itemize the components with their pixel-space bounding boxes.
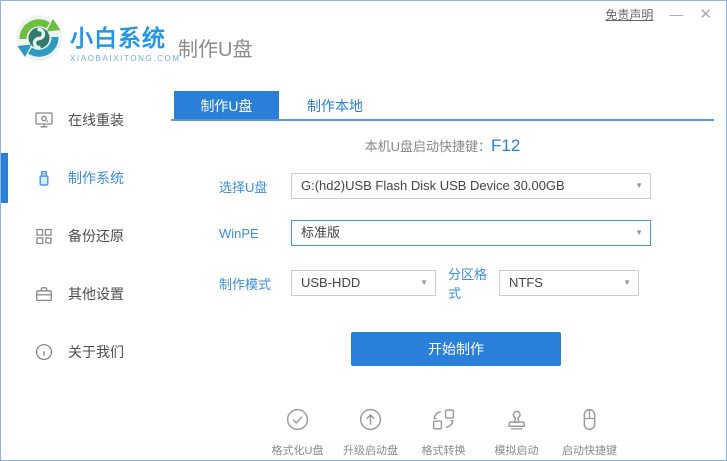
tool-label: 模拟启动 [494, 445, 539, 457]
winpe-label: WinPE [219, 225, 259, 241]
brand-domain: XIAOBAIXITONG.COM [70, 53, 181, 63]
sidebar-item-create-system[interactable]: 制作系统 [1, 149, 171, 207]
chevron-down-icon: ▼ [635, 228, 643, 237]
close-icon[interactable]: ✕ [699, 7, 712, 22]
toolbox-icon [34, 284, 54, 304]
sidebar-item-online-reinstall[interactable]: 在线重装 [1, 91, 171, 149]
usb-drive-row: 选择U盘 G:(hd2)USB Flash Disk USB Device 30… [219, 173, 714, 199]
sidebar-item-about-us[interactable]: 关于我们 [1, 323, 171, 381]
create-mode-label: 制作模式 [219, 276, 272, 292]
boot-hotkey-tool[interactable]: 启动快捷键 [553, 406, 626, 458]
active-indicator [1, 153, 8, 203]
create-mode-select-value: USB-HDD [301, 275, 361, 290]
check-circle-icon [284, 406, 311, 438]
winpe-select-value: 标准版 [301, 225, 341, 240]
logo-sync-icon [15, 14, 63, 67]
start-create-button[interactable]: 开始制作 [351, 332, 561, 366]
titlebar: 免责声明 — ✕ [605, 1, 726, 27]
tab-create-local[interactable]: 制作本地 [279, 91, 391, 119]
sidebar-item-label: 在线重装 [68, 112, 124, 128]
boot-hotkey-label: 本机U盘启动快捷键： [364, 139, 492, 154]
partition-format-select[interactable]: NTFS ▼ [499, 270, 639, 296]
simulate-boot-tool[interactable]: 模拟启动 [480, 406, 553, 458]
stamp-icon [503, 406, 530, 438]
app-window: 免责声明 — ✕ 小白系统 XIAOBAIXITONG.COM 制作U盘 在线重… [0, 0, 727, 461]
usb-drive-select[interactable]: G:(hd2)USB Flash Disk USB Device 30.00GB… [291, 173, 651, 199]
convert-squares-icon [430, 406, 457, 438]
tool-label: 升级启动盘 [343, 445, 398, 457]
grid-squares-icon [34, 226, 54, 246]
minimize-icon[interactable]: — [669, 7, 683, 21]
sidebar-item-label: 其他设置 [68, 286, 124, 302]
disclaimer-link[interactable]: 免责声明 [605, 6, 653, 23]
tab-create-usb[interactable]: 制作U盘 [174, 91, 279, 119]
usb-drive-select-value: G:(hd2)USB Flash Disk USB Device 30.00GB [301, 178, 565, 193]
partition-format-select-value: NTFS [509, 275, 543, 290]
chevron-down-icon: ▼ [420, 278, 428, 287]
format-usb-tool[interactable]: 格式化U盘 [261, 406, 334, 458]
upgrade-boot-disk-tool[interactable]: 升级启动盘 [334, 406, 407, 458]
boot-hotkey-line: 本机U盘启动快捷键：F12 [171, 135, 714, 157]
boot-hotkey-value: F12 [491, 136, 521, 155]
main-content: 制作U盘 制作本地 本机U盘启动快捷键：F12 选择U盘 G:(hd2)USB … [171, 91, 714, 458]
tool-label: 格式转换 [421, 445, 466, 457]
bottom-toolbar: 格式化U盘 升级启动盘 格式转换 模拟启动 启动快捷键 [261, 406, 714, 458]
format-convert-tool[interactable]: 格式转换 [407, 406, 480, 458]
tool-label: 格式化U盘 [271, 445, 324, 457]
sidebar-item-label: 关于我们 [68, 344, 124, 360]
chevron-down-icon: ▼ [635, 181, 643, 190]
winpe-select[interactable]: 标准版 ▼ [291, 220, 651, 246]
monitor-icon [34, 110, 54, 130]
sidebar-item-other-settings[interactable]: 其他设置 [1, 265, 171, 323]
create-mode-select[interactable]: USB-HDD ▼ [291, 270, 436, 296]
page-title: 制作U盘 [178, 39, 253, 61]
sidebar-item-backup-restore[interactable]: 备份还原 [1, 207, 171, 265]
usb-drive-label: 选择U盘 [219, 179, 268, 195]
arrow-up-circle-icon [357, 406, 384, 438]
mode-partition-row: 制作模式 USB-HDD ▼ 分区格式 NTFS ▼ [219, 264, 714, 302]
app-logo: 小白系统 XIAOBAIXITONG.COM [15, 14, 181, 67]
sidebar-item-label: 备份还原 [68, 228, 124, 244]
tab-bar: 制作U盘 制作本地 [171, 91, 714, 121]
partition-format-label: 分区格式 [448, 267, 488, 301]
chevron-down-icon: ▼ [623, 278, 631, 287]
mouse-icon [576, 406, 603, 438]
sidebar: 在线重装 制作系统 备份还原 其他设置 关于我们 [1, 91, 171, 381]
tool-label: 启动快捷键 [562, 445, 617, 457]
winpe-row: WinPE 标准版 ▼ [219, 220, 714, 246]
info-circle-icon [34, 342, 54, 362]
sidebar-item-label: 制作系统 [68, 170, 124, 186]
brand-name: 小白系统 [70, 24, 166, 51]
usb-drive-icon [34, 168, 54, 188]
